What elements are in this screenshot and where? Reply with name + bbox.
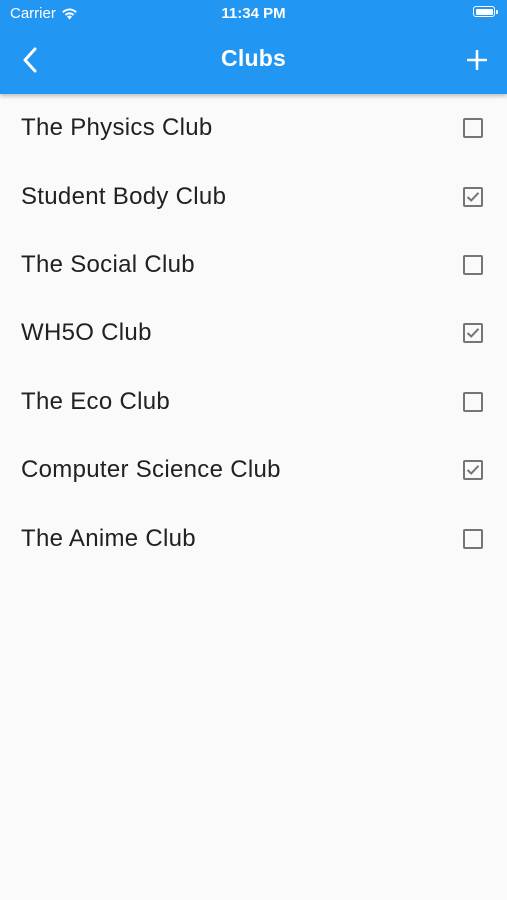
- checkbox[interactable]: [463, 528, 483, 549]
- list-item[interactable]: The Physics Club: [0, 94, 507, 162]
- toolbar: Clubs: [0, 30, 507, 90]
- list-item[interactable]: WH5O Club: [0, 299, 507, 367]
- check-icon: [466, 328, 480, 339]
- club-name: The Social Club: [21, 250, 195, 278]
- checkbox[interactable]: [463, 323, 483, 344]
- club-name: Computer Science Club: [21, 456, 281, 484]
- check-icon: [466, 191, 480, 202]
- club-name: The Anime Club: [21, 524, 196, 552]
- status-time: 11:34 PM: [221, 5, 286, 22]
- list-item[interactable]: Student Body Club: [0, 162, 507, 230]
- checkbox[interactable]: [463, 391, 483, 412]
- status-bar: Carrier 11:34 PM: [0, 0, 507, 28]
- list-item[interactable]: The Social Club: [0, 231, 507, 299]
- app-bar: Carrier 11:34 PM Clubs: [0, 0, 507, 94]
- page-title: Clubs: [221, 45, 286, 71]
- club-list: The Physics Club Student Body Club The S…: [0, 94, 507, 573]
- list-item[interactable]: The Eco Club: [0, 368, 507, 436]
- club-name: Student Body Club: [21, 182, 227, 210]
- battery-icon: [473, 6, 498, 17]
- list-item[interactable]: Computer Science Club: [0, 436, 507, 504]
- checkbox[interactable]: [463, 118, 483, 139]
- club-name: WH5O Club: [21, 319, 152, 347]
- club-name: The Physics Club: [21, 114, 213, 142]
- add-club-button[interactable]: [457, 40, 497, 80]
- checkbox[interactable]: [463, 186, 483, 207]
- checkbox[interactable]: [463, 460, 483, 481]
- checkbox[interactable]: [463, 254, 483, 275]
- club-name: The Eco Club: [21, 387, 171, 415]
- check-icon: [466, 465, 480, 476]
- list-item[interactable]: The Anime Club: [0, 504, 507, 572]
- plus-icon: [467, 50, 487, 70]
